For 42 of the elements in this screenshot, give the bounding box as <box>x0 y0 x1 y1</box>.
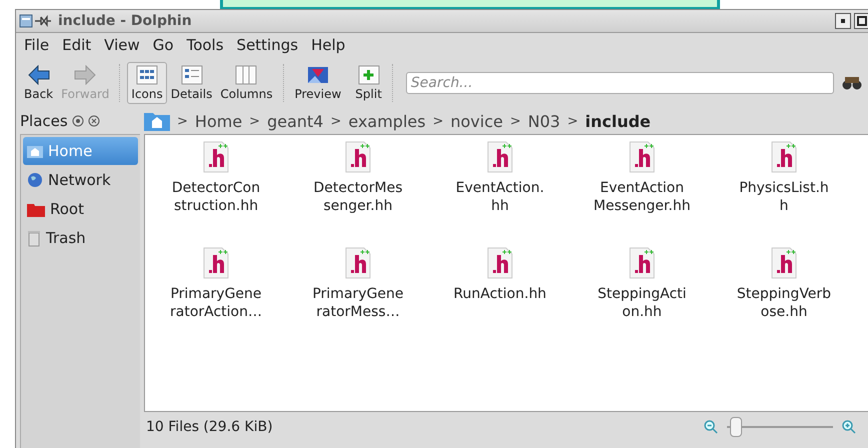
chevron-text: > <box>567 114 578 128</box>
places-item[interactable]: Trash <box>23 224 138 252</box>
breadcrumb-item[interactable]: N03 <box>528 112 560 130</box>
breadcrumb-item[interactable]: novice <box>450 112 503 130</box>
menu-item[interactable]: Tools <box>180 36 231 58</box>
chevron-text: > <box>432 114 444 128</box>
menu-item[interactable]: Edit <box>56 36 98 58</box>
menu-item[interactable]: View <box>98 36 147 58</box>
view-mode-button[interactable]: Details <box>166 62 216 104</box>
chevron-text: > <box>510 114 521 128</box>
file-name[interactable]: EventAction Messenger.hh <box>594 179 690 215</box>
file-name[interactable]: SteppingActi on.hh <box>598 285 686 321</box>
places-item[interactable]: Root <box>23 195 138 223</box>
breadcrumb-item[interactable]: include <box>585 112 651 130</box>
search-field[interactable]: Search... <box>406 72 834 94</box>
view-mode-button[interactable]: Columns <box>216 62 277 104</box>
menu-item[interactable]: Help <box>305 36 352 58</box>
panel-title: Places <box>20 112 68 130</box>
file-name[interactable]: PrimaryGene ratorAction… <box>170 285 262 321</box>
menu-item[interactable]: Settings <box>230 36 306 58</box>
file-name[interactable]: PhysicsList.h h <box>739 179 829 215</box>
window-title: include - Dolphin <box>58 13 192 29</box>
menu-item[interactable]: File <box>18 36 56 58</box>
view-mode-button[interactable]: Icons <box>127 62 167 104</box>
status-text: 10 Files (29.6 KiB) <box>146 419 273 435</box>
breadcrumb-item[interactable]: geant4 <box>267 112 324 130</box>
file-name[interactable]: EventAction. hh <box>456 179 544 215</box>
preview-button[interactable]: Preview <box>290 62 346 104</box>
file-name[interactable]: DetectorMes senger.hh <box>314 179 402 215</box>
file-name[interactable]: RunAction.hh <box>454 285 546 303</box>
places-item[interactable]: Network <box>23 166 138 194</box>
file-name[interactable]: SteppingVerb ose.hh <box>736 285 832 321</box>
file-name[interactable]: DetectorCon struction.hh <box>172 179 260 215</box>
chevron-text: > <box>249 114 260 128</box>
menu-item[interactable]: Go <box>146 36 181 58</box>
chevron-text: > <box>330 114 342 128</box>
split-button[interactable]: Split <box>351 62 386 104</box>
back-button[interactable]: Back <box>20 62 58 104</box>
file-name[interactable]: PrimaryGene ratorMess… <box>312 285 404 321</box>
breadcrumb-item[interactable]: examples <box>348 112 426 130</box>
chevron-text: > <box>177 114 188 128</box>
breadcrumb-item[interactable]: Home <box>194 112 242 130</box>
